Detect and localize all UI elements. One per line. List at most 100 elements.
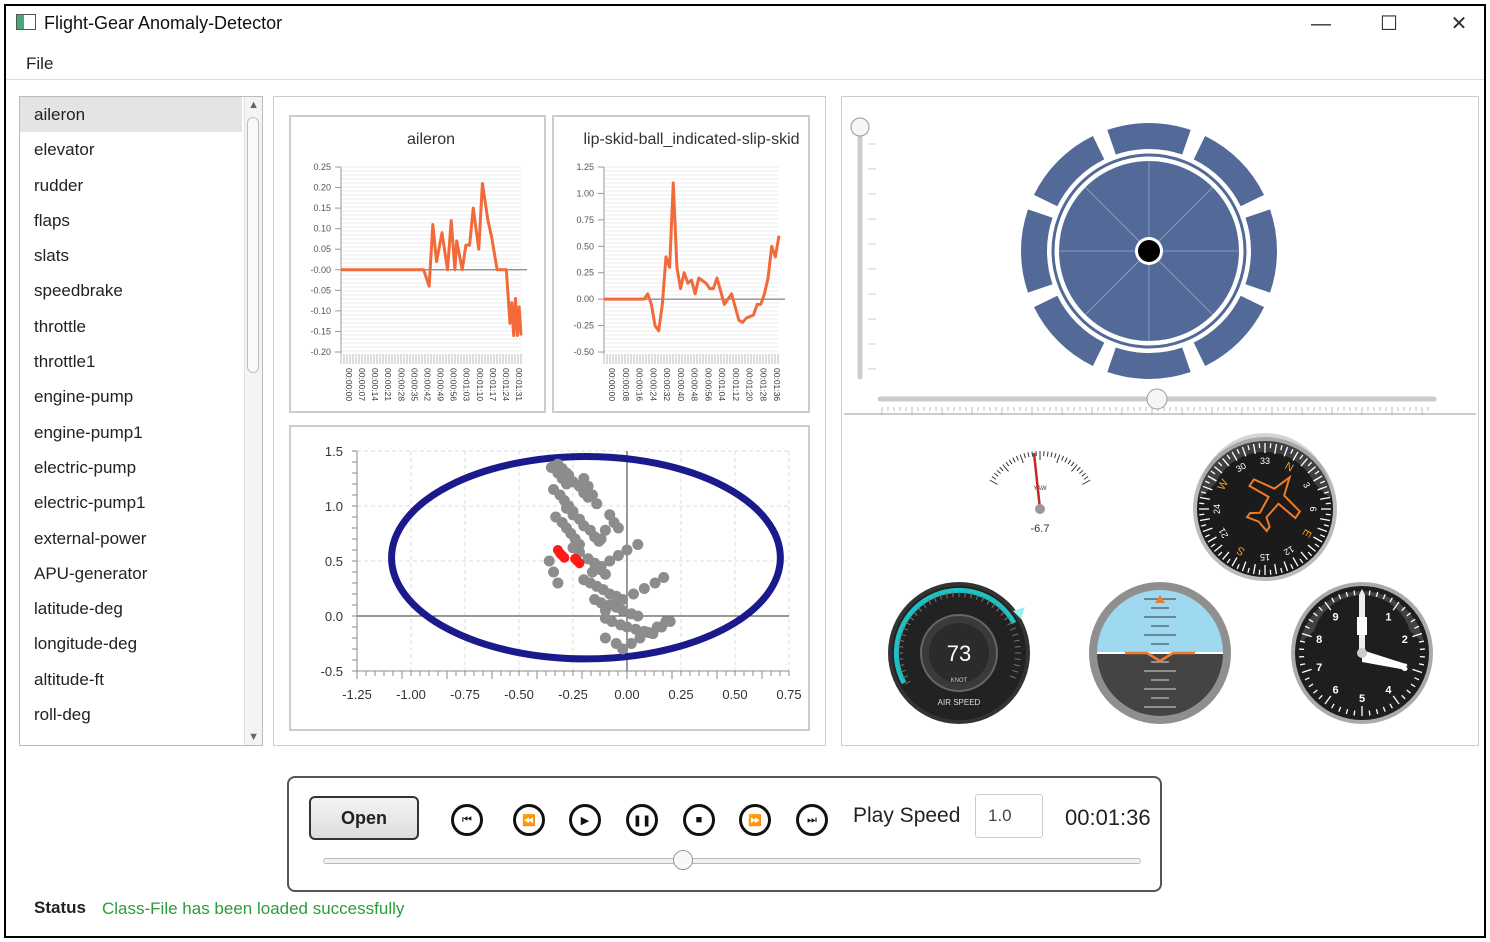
feature-item[interactable]: rudder xyxy=(20,168,242,203)
altimeter-gauge: 123456789 xyxy=(1291,582,1433,724)
feature-item[interactable]: roll-deg xyxy=(20,697,242,732)
open-button[interactable]: Open xyxy=(309,796,419,840)
feature-item[interactable]: engine-pump1 xyxy=(20,415,242,450)
rudder-thumb[interactable] xyxy=(1146,388,1168,410)
x-tick-label: 00:00:00 xyxy=(607,368,617,401)
yaw-tick xyxy=(1081,472,1087,477)
yaw-tick xyxy=(1005,461,1010,467)
x-tick-label: 00:00:28 xyxy=(396,368,406,401)
menu-file[interactable]: File xyxy=(26,54,53,74)
yaw-tick xyxy=(1056,454,1061,464)
x-tick-label: 00:00:21 xyxy=(383,368,393,401)
stop-button[interactable]: ■ xyxy=(683,804,715,836)
skip-start-button[interactable]: ⏮ xyxy=(451,804,483,836)
chart-title: lip-skid-ball_indicated-slip-skid xyxy=(583,131,799,148)
feature-item[interactable]: aileron xyxy=(20,97,242,133)
joystick[interactable] xyxy=(1021,123,1277,380)
y-tick-label: 0.00 xyxy=(576,294,594,304)
y-tick-label: -0.25 xyxy=(573,321,594,331)
altimeter-number: 2 xyxy=(1402,634,1408,646)
play-speed-input[interactable]: 1.0 xyxy=(975,794,1043,838)
y-tick-label: 0.0 xyxy=(325,609,343,624)
pause-button[interactable]: ❚❚ xyxy=(626,804,658,836)
maximize-button[interactable]: ☐ xyxy=(1366,10,1412,38)
feature-item[interactable]: electric-pump xyxy=(20,450,242,485)
feature-item[interactable]: APU-generator xyxy=(20,556,242,591)
yaw-tick xyxy=(1031,451,1034,457)
feature-item[interactable]: longitude-deg xyxy=(20,626,242,661)
status-label: Status xyxy=(34,898,86,917)
play-icon: ▶ xyxy=(580,814,590,827)
normal-point xyxy=(632,539,644,550)
rewind-button[interactable]: ⏪ xyxy=(513,804,545,836)
feature-item[interactable]: external-power xyxy=(20,521,242,556)
airspeed-tick xyxy=(1014,658,1021,660)
x-tick-label: 00:01:36 xyxy=(772,368,782,401)
regression-chart: -1.25 -1.00 -0.75 -0.50 -0.25 0.00 0.25 0.50 0.7… xyxy=(289,425,810,731)
feature-item[interactable]: engine-pump xyxy=(20,379,242,414)
x-tick-label: 00:01:20 xyxy=(745,368,755,401)
feature-item[interactable]: electric-pump1 xyxy=(20,485,242,520)
x-tick-label: 00:00:14 xyxy=(370,368,380,401)
yaw-tick xyxy=(1070,461,1075,467)
altimeter-number: 7 xyxy=(1316,662,1322,674)
scroll-thumb[interactable] xyxy=(247,117,259,373)
heading-label: 15 xyxy=(1260,552,1270,562)
x-tick-label: 00:00:48 xyxy=(690,368,700,401)
yaw-tick xyxy=(1002,464,1009,472)
feature-item[interactable]: elevator xyxy=(20,132,242,167)
yaw-tick xyxy=(1054,453,1057,459)
chevron-up-icon[interactable]: ▲ xyxy=(248,99,259,111)
feature-list[interactable]: aileron elevator rudder flaps slats speedbrak… xyxy=(19,96,263,746)
altimeter-number: 5 xyxy=(1359,693,1365,705)
x-tick-label: 00:01:24 xyxy=(501,368,511,401)
play-button[interactable]: ▶ xyxy=(569,804,601,836)
y-tick-label: -0.50 xyxy=(573,347,594,357)
y-tick-label: 0.15 xyxy=(313,203,331,213)
fast-forward-button[interactable]: ⏩ xyxy=(739,804,771,836)
yaw-tick xyxy=(993,472,999,477)
chevron-down-icon[interactable]: ▼ xyxy=(248,731,259,743)
minimize-button[interactable]: — xyxy=(1298,10,1344,38)
heading-label: 6 xyxy=(1308,506,1318,511)
x-tick-label: 0.75 xyxy=(776,687,801,702)
feature-item[interactable]: throttle xyxy=(20,309,242,344)
chart-panel: aileron 0.25 0.20 0.15 0.10 0.05 -0.00 -0.05 -0.… xyxy=(273,96,826,746)
x-tick-label: 00:00:49 xyxy=(436,368,446,401)
skip-end-button[interactable]: ⏭ xyxy=(796,804,828,836)
x-tick-label: 00:01:17 xyxy=(488,368,498,401)
x-tick-label: 00:01:03 xyxy=(462,368,472,401)
y-tick-label: 0.05 xyxy=(313,244,331,254)
seek-slider[interactable] xyxy=(323,858,1141,864)
normal-point xyxy=(617,594,629,605)
feature-item[interactable]: speedbrake xyxy=(20,273,242,308)
altimeter-number: 9 xyxy=(1332,612,1338,624)
pause-icon: ❚❚ xyxy=(632,814,652,827)
feature-item[interactable]: altitude-ft xyxy=(20,662,242,697)
feature-item[interactable]: latitude-deg xyxy=(20,591,242,626)
x-tick-label: 00:00:24 xyxy=(648,368,658,401)
app-icon xyxy=(16,14,36,30)
yaw-tick xyxy=(996,469,1001,474)
x-tick-label: 00:00:32 xyxy=(662,368,672,401)
list-scrollbar[interactable]: ▲ ▼ xyxy=(244,97,262,745)
yaw-gauge: YAW xyxy=(989,451,1091,514)
yaw-tick xyxy=(989,479,998,485)
airspeed-tick xyxy=(964,591,966,598)
x-tick-label: 00:01:04 xyxy=(717,368,727,401)
throttle-thumb[interactable] xyxy=(850,117,870,137)
airspeed-tick xyxy=(1014,646,1021,648)
close-button[interactable]: ✕ xyxy=(1436,10,1482,38)
normal-point xyxy=(595,533,607,545)
altimeter-tick xyxy=(1368,710,1371,716)
feature-item[interactable]: slats xyxy=(20,238,242,273)
seek-thumb[interactable] xyxy=(672,850,693,870)
window-title: Flight-Gear Anomaly-Detector xyxy=(44,13,283,33)
feature-item[interactable]: flaps xyxy=(20,203,242,238)
feature-item[interactable]: throttle1 xyxy=(20,344,242,379)
normal-point xyxy=(621,544,633,556)
airspeed-tick xyxy=(897,658,904,660)
x-tick-label: 00:00:16 xyxy=(635,368,645,401)
play-speed-label: Play Speed xyxy=(853,804,961,827)
yaw-tick xyxy=(1012,457,1016,463)
